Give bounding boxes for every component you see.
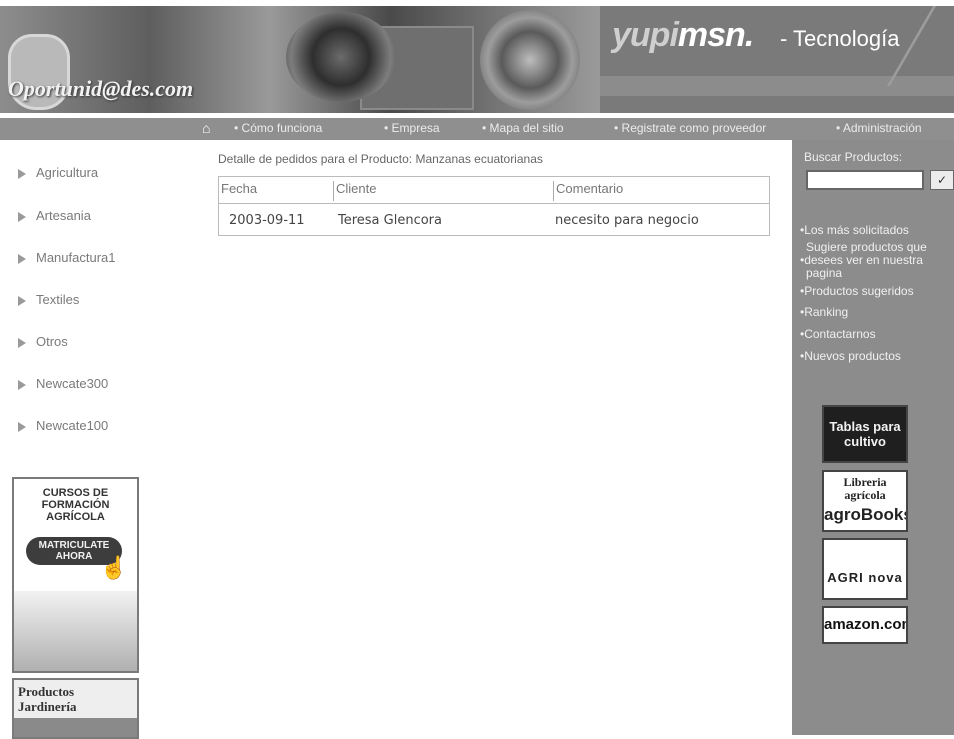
triangle-right-icon (18, 168, 26, 179)
nav-mapa-del-sitio[interactable]: • Mapa del sitio (482, 121, 564, 135)
msn-logo-light: yupi (612, 16, 679, 54)
category-label: Manufactura1 (36, 250, 116, 265)
right-sidebar: Buscar Productos: ✓ •Los más solicitados… (792, 140, 954, 735)
ad-productos-jardineria[interactable]: Productos Jardinería (12, 678, 139, 739)
category-label: Artesania (36, 208, 91, 223)
rose-image (286, 12, 396, 102)
triangle-right-icon (18, 295, 26, 306)
orders-table: Fecha Cliente Comentario 2003-09-11 Tere… (218, 176, 770, 236)
link-contactarnos[interactable]: •Contactarnos (800, 328, 876, 341)
msn-logo-bold: msn. (677, 16, 754, 54)
triangle-right-icon (18, 211, 26, 222)
nav-registrate-proveedor[interactable]: • Registrate como proveedor (614, 121, 766, 135)
ad-productos-line2: Jardinería (18, 699, 77, 714)
header-banner-image: Oportunid@des.com (0, 6, 600, 113)
msn-logo[interactable]: yupimsn. (612, 16, 754, 55)
triangle-right-icon (18, 253, 26, 264)
column-header-cliente: Cliente (333, 181, 546, 201)
column-header-fecha: Fecha (221, 181, 258, 196)
logo-tablas-cultivo[interactable]: Tablas para cultivo (822, 405, 908, 463)
category-newcate300[interactable]: Newcate300 (18, 376, 108, 391)
link-productos-sugeridos[interactable]: •Productos sugeridos (800, 285, 914, 298)
libreria-title: Libreria agrícola (843, 475, 887, 502)
header: Oportunid@des.com yupimsn. - Tecnología (0, 0, 954, 113)
top-nav-bar: ⌂ • Cómo funciona • Empresa • Mapa del s… (0, 118, 954, 140)
category-label: Otros (36, 334, 68, 349)
header-divider (219, 203, 769, 204)
ad-cursos-title: CURSOS DE FORMACIÓN AGRÍCOLA (41, 487, 110, 523)
category-otros[interactable]: Otros (18, 334, 68, 349)
category-label: Newcate100 (36, 418, 109, 433)
category-label: Newcate300 (36, 376, 109, 391)
cell-fecha: 2003-09-11 (229, 213, 305, 228)
agrobooks-logo: agroBooks (824, 505, 908, 524)
msn-banner: yupimsn. - Tecnología (600, 6, 954, 113)
link-mas-solicitados[interactable]: •Los más solicitados (800, 224, 909, 237)
site-logo[interactable]: Oportunid@des.com (8, 76, 193, 102)
logo-agrinova[interactable]: AGRI nova (822, 538, 908, 600)
category-textiles[interactable]: Textiles (18, 292, 79, 307)
nav-como-funciona[interactable]: • Cómo funciona (234, 121, 322, 135)
triangle-right-icon (18, 379, 26, 390)
ad-productos-photo (14, 718, 137, 737)
category-manufactura1[interactable]: Manufactura1 (18, 250, 116, 265)
search-input[interactable] (806, 170, 924, 190)
pointer-cursor-icon: ☝ (100, 555, 128, 580)
logo-libreria-agricola[interactable]: Libreria agrícola agroBooks (822, 470, 908, 532)
category-newcate100[interactable]: Newcate100 (18, 418, 108, 433)
ad-cursos-formacion[interactable]: CURSOS DE FORMACIÓN AGRÍCOLA MATRICULATE… (12, 477, 139, 673)
triangle-right-icon (18, 421, 26, 432)
nav-administracion[interactable]: • Administración (836, 121, 922, 135)
page-title: Detalle de pedidos para el Producto: Man… (218, 152, 543, 166)
link-nuevos-productos[interactable]: •Nuevos productos (800, 350, 901, 363)
cell-comentario: necesito para negocio (555, 213, 699, 228)
logo-amazon[interactable]: amazon.com (822, 606, 908, 644)
link-ranking[interactable]: •Ranking (800, 306, 848, 319)
hat-image (480, 10, 580, 110)
nav-empresa[interactable]: • Empresa (384, 121, 440, 135)
ad-productos-line1: Productos (18, 684, 75, 699)
category-label: Agricultura (36, 165, 99, 180)
search-label: Buscar Productos: (804, 150, 903, 164)
link-sugiere-line3[interactable]: pagina (806, 267, 842, 280)
home-icon[interactable]: ⌂ (202, 120, 218, 136)
column-header-comentario: Comentario (553, 181, 766, 201)
cell-cliente: Teresa Glencora (338, 213, 442, 228)
ad-productos-title: Productos Jardinería (18, 684, 77, 714)
category-artesania[interactable]: Artesania (18, 208, 91, 223)
category-label: Textiles (36, 292, 80, 307)
search-button[interactable]: ✓ (930, 170, 954, 190)
triangle-right-icon (18, 337, 26, 348)
msn-section-label: - Tecnología (780, 26, 900, 51)
category-agricultura[interactable]: Agricultura (18, 165, 98, 180)
ad-cursos-photo (14, 591, 137, 671)
